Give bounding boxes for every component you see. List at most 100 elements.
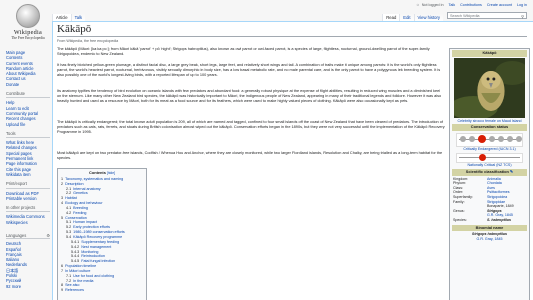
- toc-label: Population timeline: [65, 264, 97, 269]
- sidebar-heading-tools: Tools: [6, 131, 50, 139]
- sidebar-heading-languages: Languages ⚙: [6, 233, 50, 240]
- toc-number: 5.4.1: [71, 239, 80, 244]
- status-nt: [507, 135, 513, 142]
- status-lc: [516, 135, 522, 142]
- talk-link[interactable]: Talk: [449, 3, 456, 7]
- toc-label: Early protection efforts: [73, 225, 110, 230]
- toc-label: Use for food and clothing: [73, 273, 115, 278]
- toc-label: Monitoring: [81, 249, 99, 254]
- sidebar-main: Main page Contents Current events Random…: [6, 50, 50, 87]
- status-en: [489, 135, 495, 142]
- toc-number: 7.2: [66, 278, 72, 283]
- toc-label: Supplementary feeding: [81, 239, 120, 244]
- classification-row: Species: S. habroptilus: [450, 218, 529, 223]
- languages-label: Languages: [6, 233, 27, 238]
- toc-item[interactable]: 9 References: [61, 288, 143, 293]
- edit-icon[interactable]: ✎: [510, 169, 513, 174]
- toc-number: 5.3: [66, 230, 72, 235]
- toc-number: 6: [61, 264, 64, 269]
- toc-label: In Māori culture: [65, 268, 91, 273]
- sidebar-item-wikispecies[interactable]: Wikispecies: [6, 220, 50, 225]
- toc-number: 5: [61, 215, 64, 220]
- paragraph-text: Its anatomy typifies the tendency of bir…: [57, 89, 442, 104]
- toc-label: References: [65, 288, 84, 293]
- wikipedia-logo[interactable]: Wikipedia The Free Encyclopedia: [6, 4, 50, 48]
- toc-number: 5.4.5: [71, 259, 80, 264]
- toc-number: 2.1: [66, 186, 72, 191]
- toc-number: 5.2: [66, 225, 72, 230]
- toc-number: 5.4.3: [71, 249, 80, 254]
- binomial-header: Binomial name: [452, 224, 527, 232]
- paragraph-text: The kākāpō is critically endangered; the…: [57, 120, 445, 135]
- create-account-link[interactable]: Create account: [487, 3, 512, 7]
- toc-hide-toggle[interactable]: [hide]: [107, 171, 115, 175]
- globe-icon: [16, 4, 40, 28]
- toc-label: See also: [65, 283, 80, 288]
- paragraph-3: Its anatomy typifies the tendency of bir…: [57, 89, 445, 104]
- personal-tools: ☺ Not logged in Talk Contributions Creat…: [412, 3, 527, 7]
- toc-label: Nest management: [81, 244, 112, 249]
- sidebar-heading-contribute: Contribute: [6, 91, 50, 99]
- rank-label: Species:: [453, 217, 467, 222]
- binomial-authority[interactable]: G.R. Gray, 1845: [450, 237, 529, 242]
- toc-label: Reintroduction: [81, 254, 105, 259]
- table-of-contents: Contents [hide] 1 Taxonomy, systematics a…: [57, 168, 147, 300]
- toc-number: 2: [61, 181, 64, 186]
- nz-status-marker: [479, 154, 486, 162]
- toc-number: 1: [61, 176, 64, 181]
- paragraph-5: Most kākāpō are kept on two predator-fre…: [57, 151, 445, 161]
- logo-tagline: The Free Encyclopedia: [11, 36, 45, 40]
- sidebar: Main page Contents Current events Random…: [6, 50, 50, 225]
- status-ew: [469, 135, 475, 142]
- sidebar-heading-other-projects: In other projects: [6, 205, 50, 213]
- toc-number: 7.1: [66, 273, 72, 278]
- toc-title: Contents: [89, 170, 106, 175]
- sidebar-languages: Languages ⚙ Deutsch Español Français Ita…: [6, 233, 50, 289]
- classification-header: Scientific classification ✎: [452, 168, 527, 176]
- article-content: Kākāpō From Wikipedia, the free encyclop…: [52, 21, 533, 300]
- toc-number: 5.1: [66, 220, 72, 225]
- lang-more[interactable]: 92 more: [6, 284, 50, 289]
- nz-status[interactable]: Nationally Critical (NZ TCS): [450, 163, 529, 168]
- paragraph-1: The kākāpō (Māori: [kaːkaːpɔː]; from Māo…: [57, 47, 445, 57]
- toc-number: 5.4: [66, 234, 72, 239]
- toc-number: 7: [61, 268, 64, 273]
- toc-list: 1 Taxonomy, systematics and naming 2 Descri…: [61, 177, 143, 293]
- toc-number: 5.4.4: [71, 254, 80, 259]
- gear-icon[interactable]: ⚙: [46, 233, 50, 238]
- toc-number: 9: [61, 288, 64, 293]
- iucn-status[interactable]: Critically Endangered (IUCN 3.1): [450, 147, 529, 152]
- contributions-link[interactable]: Contributions: [460, 3, 482, 7]
- sidebar-item-wikidata-item[interactable]: Wikidata item: [6, 172, 50, 177]
- search-icon[interactable]: ⚲: [521, 13, 524, 20]
- paragraph-text: The kākāpō (Māori: [kaːkaːpɔː]; from Māo…: [57, 47, 430, 57]
- toc-label: In the media: [73, 278, 94, 283]
- logo-wordmark: Wikipedia: [13, 29, 43, 36]
- search-input[interactable]: Search Wikipedia ⚲: [447, 12, 527, 19]
- sidebar-item-printable-version[interactable]: Printable version: [6, 196, 50, 201]
- kakapo-photo[interactable]: [454, 57, 525, 118]
- user-icon: ☺: [415, 3, 420, 7]
- status-ex: [460, 135, 466, 142]
- toc-label: Breeding: [73, 205, 88, 210]
- site-subtitle: From Wikipedia, the free encyclopedia: [57, 39, 119, 43]
- photo-caption: Celebrity sirocco female on Maud Island: [457, 118, 522, 123]
- nz-status-scale: [456, 153, 523, 164]
- toc-label: Description: [65, 181, 84, 186]
- classification-rows: Kingdom: Animalia Phylum: Chordata Class: Ave…: [450, 177, 529, 223]
- paragraph-text: It has finely blotched yellow-green plum…: [57, 63, 441, 78]
- toc-heading: Contents [hide]: [61, 170, 143, 176]
- rank-label: Family:: [453, 199, 465, 204]
- toc-number: 8: [61, 283, 64, 288]
- nz-status-line: [459, 157, 520, 159]
- taxon-link[interactable]: S. habroptilus: [487, 218, 511, 223]
- sidebar-item-upload-file[interactable]: Upload file: [6, 122, 50, 127]
- toc-number: 4.1: [66, 205, 72, 210]
- sidebar-heading-print: Print/export: [6, 181, 50, 189]
- conservation-status-header: Conservation status: [452, 124, 527, 131]
- sidebar-item-commons[interactable]: Wikimedia Commons: [6, 214, 50, 219]
- log-in-link[interactable]: Log in: [517, 3, 527, 7]
- status-cr: [478, 134, 486, 143]
- sidebar-item-donate[interactable]: Donate: [6, 82, 50, 87]
- toc-label: Kākāpō Recovery programme: [73, 234, 123, 239]
